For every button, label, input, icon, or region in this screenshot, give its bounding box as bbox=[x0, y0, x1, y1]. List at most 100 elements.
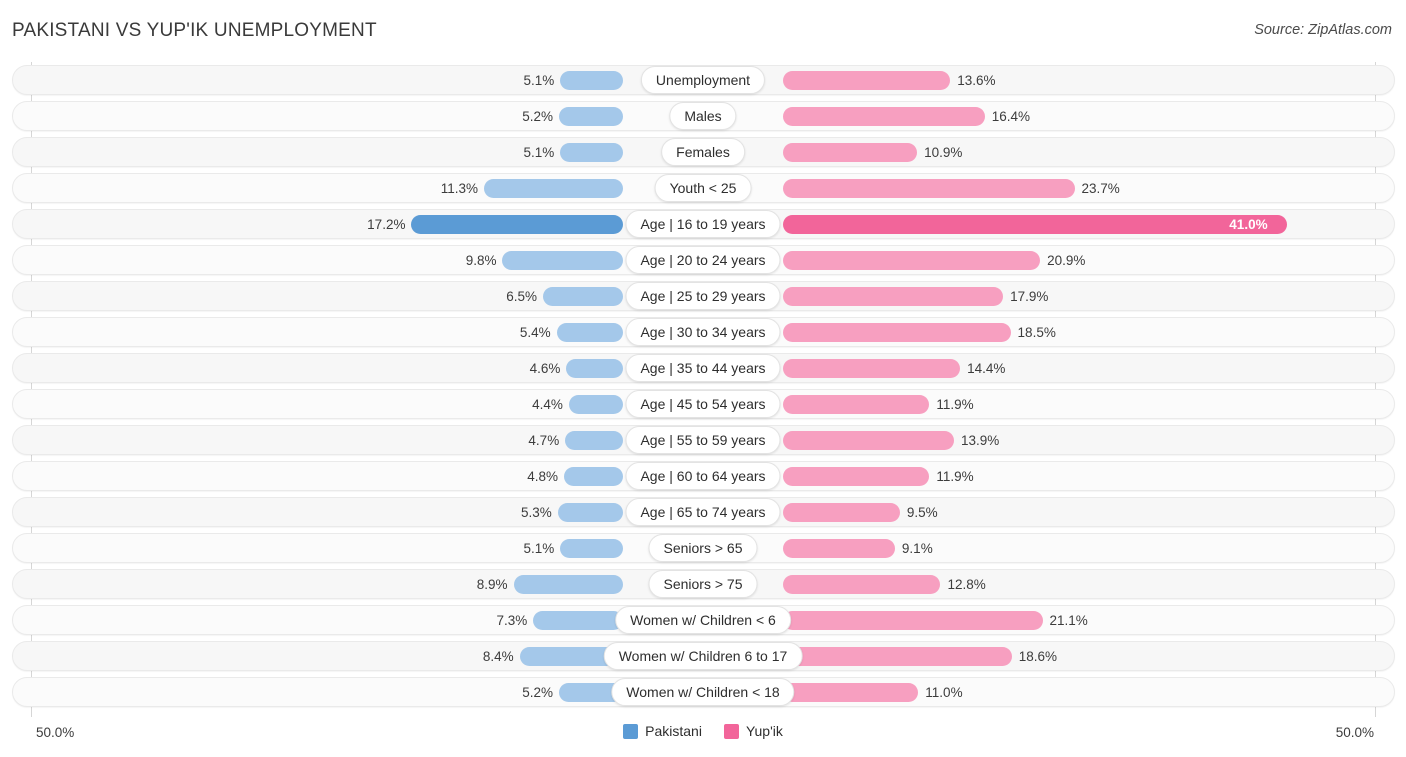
bar-rows-container: 5.1% 13.6% Unemployment 5.2% 16.4% Males 5.1% 1… bbox=[0, 62, 1406, 710]
legend-label: Pakistani bbox=[645, 723, 702, 739]
bar-pakistani[interactable] bbox=[560, 539, 623, 558]
bar-pakistani[interactable] bbox=[533, 611, 623, 630]
category-label[interactable]: Unemployment bbox=[640, 66, 766, 94]
table-row[interactable]: 5.3% 9.5% Age | 65 to 74 years bbox=[0, 494, 1406, 530]
category-label[interactable]: Age | 55 to 59 years bbox=[625, 426, 781, 454]
value-label-yupik: 18.6% bbox=[1018, 649, 1058, 664]
value-label-pakistani: 5.3% bbox=[521, 505, 552, 520]
value-label-pakistani: 4.8% bbox=[527, 469, 558, 484]
bar-pakistani[interactable] bbox=[484, 179, 623, 198]
category-label[interactable]: Age | 16 to 19 years bbox=[625, 210, 781, 238]
bar-pakistani[interactable] bbox=[563, 467, 623, 486]
category-label[interactable]: Age | 20 to 24 years bbox=[625, 246, 781, 274]
bar-pakistani[interactable] bbox=[559, 107, 623, 126]
table-row[interactable]: 4.7% 13.9% Age | 55 to 59 years bbox=[0, 422, 1406, 458]
bar-yupik[interactable] bbox=[783, 611, 1043, 630]
bar-yupik[interactable] bbox=[783, 395, 930, 414]
bar-pakistani[interactable] bbox=[566, 359, 623, 378]
chart-header: PAKISTANI VS YUP'IK UNEMPLOYMENT Source:… bbox=[0, 0, 1406, 62]
category-label[interactable]: Males bbox=[669, 102, 737, 130]
category-label[interactable]: Age | 65 to 74 years bbox=[625, 498, 781, 526]
table-row[interactable]: 5.4% 18.5% Age | 30 to 34 years bbox=[0, 314, 1406, 350]
category-label[interactable]: Women w/ Children 6 to 17 bbox=[603, 642, 803, 670]
value-label-yupik: 16.4% bbox=[991, 109, 1030, 124]
legend-item-pakistani[interactable]: Pakistani bbox=[623, 723, 702, 739]
bar-yupik[interactable] bbox=[783, 431, 954, 450]
table-row[interactable]: 5.1% 10.9% Females bbox=[0, 134, 1406, 170]
table-row[interactable]: 11.3% 23.7% Youth < 25 bbox=[0, 170, 1406, 206]
value-label-pakistani: 5.1% bbox=[523, 145, 555, 160]
category-label[interactable]: Age | 30 to 34 years bbox=[625, 318, 781, 346]
bar-yupik[interactable] bbox=[783, 503, 900, 522]
bar-pakistani[interactable] bbox=[543, 287, 623, 306]
category-label[interactable]: Age | 25 to 29 years bbox=[625, 282, 781, 310]
table-row[interactable]: 7.3% 21.1% Women w/ Children < 6 bbox=[0, 602, 1406, 638]
value-label-pakistani: 6.5% bbox=[506, 289, 538, 304]
category-label[interactable]: Women w/ Children < 6 bbox=[615, 606, 791, 634]
table-row[interactable]: 5.1% 13.6% Unemployment bbox=[0, 62, 1406, 98]
table-row[interactable]: 8.9% 12.8% Seniors > 75 bbox=[0, 566, 1406, 602]
value-label-yupik: 21.1% bbox=[1049, 613, 1088, 628]
chart-page: PAKISTANI VS YUP'IK UNEMPLOYMENT Source:… bbox=[0, 0, 1406, 757]
table-row[interactable]: 9.8% 20.9% Age | 20 to 24 years bbox=[0, 242, 1406, 278]
table-row[interactable]: 17.2% 41.0% Age | 16 to 19 years bbox=[0, 206, 1406, 242]
value-label-yupik: 41.0% bbox=[1229, 217, 1268, 232]
bar-pakistani[interactable] bbox=[556, 323, 623, 342]
bar-yupik[interactable] bbox=[783, 71, 951, 90]
bar-yupik[interactable] bbox=[783, 467, 930, 486]
value-label-pakistani: 11.3% bbox=[440, 181, 479, 196]
bar-yupik[interactable] bbox=[783, 647, 1012, 666]
value-label-yupik: 12.8% bbox=[947, 577, 986, 592]
bar-pakistani[interactable] bbox=[560, 71, 623, 90]
value-label-pakistani: 9.8% bbox=[465, 253, 497, 268]
value-label-pakistani: 5.4% bbox=[519, 325, 551, 340]
table-row[interactable]: 5.2% 11.0% Women w/ Children < 18 bbox=[0, 674, 1406, 710]
category-label[interactable]: Seniors > 75 bbox=[648, 570, 758, 598]
bar-yupik[interactable] bbox=[783, 179, 1075, 198]
table-row[interactable]: 4.6% 14.4% Age | 35 to 44 years bbox=[0, 350, 1406, 386]
category-label[interactable]: Seniors > 65 bbox=[648, 534, 758, 562]
legend-label: Yup'ik bbox=[745, 723, 783, 739]
value-label-yupik: 10.9% bbox=[924, 145, 963, 160]
bar-pakistani[interactable] bbox=[557, 503, 623, 522]
bar-yupik[interactable] bbox=[783, 215, 1288, 234]
value-label-pakistani: 8.9% bbox=[476, 577, 508, 592]
chart-legend: Pakistani Yup'ik bbox=[0, 723, 1406, 739]
category-label[interactable]: Age | 60 to 64 years bbox=[625, 462, 781, 490]
table-row[interactable]: 4.8% 11.9% Age | 60 to 64 years bbox=[0, 458, 1406, 494]
category-label[interactable]: Youth < 25 bbox=[654, 174, 752, 202]
category-label[interactable]: Age | 35 to 44 years bbox=[625, 354, 781, 382]
value-label-pakistani: 4.6% bbox=[529, 361, 561, 376]
value-label-pakistani: 5.1% bbox=[523, 73, 555, 88]
value-label-yupik: 14.4% bbox=[967, 361, 1006, 376]
bar-yupik[interactable] bbox=[783, 683, 919, 702]
bar-yupik[interactable] bbox=[783, 287, 1004, 306]
legend-item-yupik[interactable]: Yup'ik bbox=[723, 723, 783, 739]
value-label-yupik: 11.9% bbox=[936, 469, 974, 484]
value-label-yupik: 13.9% bbox=[960, 433, 1000, 448]
category-label[interactable]: Females bbox=[661, 138, 745, 166]
value-label-yupik: 20.9% bbox=[1047, 253, 1086, 268]
bar-yupik[interactable] bbox=[783, 251, 1041, 270]
table-row[interactable]: 5.2% 16.4% Males bbox=[0, 98, 1406, 134]
bar-yupik[interactable] bbox=[783, 575, 941, 594]
bar-pakistani[interactable] bbox=[502, 251, 623, 270]
bar-pakistani[interactable] bbox=[411, 215, 623, 234]
bar-yupik[interactable] bbox=[783, 539, 895, 558]
bar-yupik[interactable] bbox=[783, 359, 961, 378]
bar-pakistani[interactable] bbox=[513, 575, 623, 594]
table-row[interactable]: 4.4% 11.9% Age | 45 to 54 years bbox=[0, 386, 1406, 422]
table-row[interactable]: 6.5% 17.9% Age | 25 to 29 years bbox=[0, 278, 1406, 314]
table-row[interactable]: 8.4% 18.6% Women w/ Children 6 to 17 bbox=[0, 638, 1406, 674]
bar-yupik[interactable] bbox=[783, 107, 985, 126]
bar-yupik[interactable] bbox=[783, 323, 1011, 342]
bar-pakistani[interactable] bbox=[565, 431, 623, 450]
value-label-pakistani: 8.4% bbox=[482, 649, 514, 664]
table-row[interactable]: 5.1% 9.1% Seniors > 65 bbox=[0, 530, 1406, 566]
category-label[interactable]: Age | 45 to 54 years bbox=[625, 390, 781, 418]
category-label[interactable]: Women w/ Children < 18 bbox=[611, 678, 795, 706]
bar-pakistani[interactable] bbox=[560, 143, 623, 162]
value-label-yupik: 11.0% bbox=[925, 685, 963, 700]
bar-yupik[interactable] bbox=[783, 143, 918, 162]
bar-pakistani[interactable] bbox=[568, 395, 623, 414]
